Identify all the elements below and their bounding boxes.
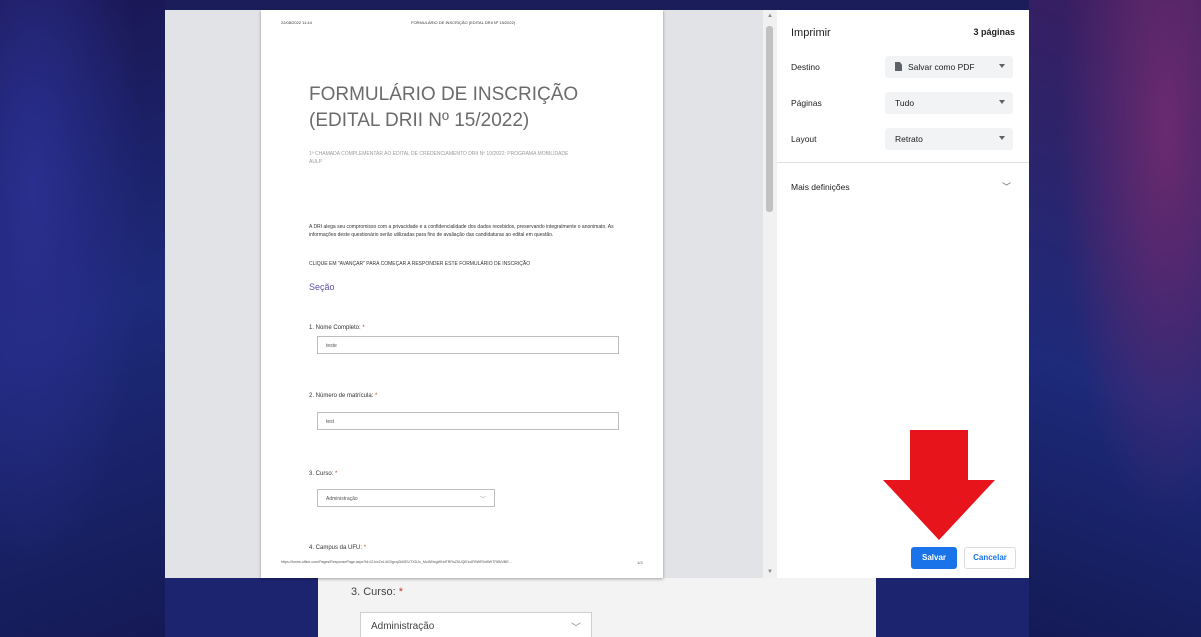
preview-page: 22/08/2022 11:44 FORMULÁRIO DE INSCRIÇÃO…	[261, 10, 663, 578]
file-icon	[895, 62, 902, 71]
background-left	[0, 0, 165, 637]
divider	[777, 162, 1029, 163]
background-right	[1029, 0, 1201, 637]
form-intro: A DRI alega seu compromisso com a privac…	[309, 224, 614, 238]
registration-number-field: test	[317, 412, 619, 430]
full-name-field: teste	[317, 336, 619, 354]
print-title: Imprimir	[791, 27, 831, 39]
page-header-title: FORMULÁRIO DE INSCRIÇÃO (EDITAL DRII Nº …	[411, 20, 516, 25]
scroll-down-icon[interactable]: ▼	[767, 569, 773, 575]
course-select: Administração ﹀	[317, 489, 495, 507]
page-footer-number: 1/3	[637, 560, 643, 565]
underlying-question-course: 3. Curso: *	[351, 586, 403, 598]
layout-label: Layout	[791, 134, 817, 144]
caret-down-icon	[999, 64, 1005, 68]
underlying-course-select[interactable]: Administração ﹀	[360, 612, 592, 637]
page-footer-url: https://forms.office.com/Pages/ResponseP…	[281, 560, 513, 564]
page-header-date: 22/08/2022 11:44	[281, 20, 312, 25]
caret-down-icon	[999, 100, 1005, 104]
form-subtitle: 1ª CHAMADA COMPLEMENTAR AO EDITAL DE CRE…	[309, 151, 569, 165]
destination-select[interactable]: Salvar como PDF	[885, 56, 1013, 78]
question-registration-number: 2. Número de matrícula: *	[309, 393, 378, 399]
page-count: 3 páginas	[973, 27, 1015, 37]
more-settings-toggle[interactable]: Mais definições	[791, 182, 850, 192]
destination-label: Destino	[791, 62, 820, 72]
red-arrow-annotation	[883, 430, 995, 540]
form-title: FORMULÁRIO DE INSCRIÇÃO (EDITAL DRII Nº …	[309, 84, 579, 131]
question-campus: 4. Campus da UFU: *	[309, 545, 367, 551]
scroll-up-icon[interactable]: ▲	[767, 13, 773, 19]
save-button[interactable]: Salvar	[911, 547, 957, 569]
form-click-note: CLIQUE EM "AVANÇAR" PARA COMEÇAR A RESPO…	[309, 261, 531, 267]
caret-down-icon	[999, 136, 1005, 140]
chevron-down-icon: ﹀	[571, 623, 581, 634]
chevron-down-icon: ﹀	[479, 497, 486, 503]
arrow-shape	[883, 430, 995, 540]
cancel-button[interactable]: Cancelar	[964, 547, 1016, 569]
question-course: 3. Curso: *	[309, 471, 338, 477]
scrollbar-thumb[interactable]	[766, 26, 773, 212]
question-full-name: 1. Nome Completo: *	[309, 325, 365, 331]
preview-scrollbar[interactable]: ▲ ▼	[763, 10, 777, 578]
pages-select[interactable]: Tudo	[885, 92, 1013, 114]
pages-label: Páginas	[791, 98, 822, 108]
chevron-down-icon[interactable]: ﹀	[1002, 180, 1011, 193]
layout-select[interactable]: Retrato	[885, 128, 1013, 150]
print-preview-area: 22/08/2022 11:44 FORMULÁRIO DE INSCRIÇÃO…	[165, 10, 763, 578]
form-section-title: Seção	[309, 282, 335, 292]
